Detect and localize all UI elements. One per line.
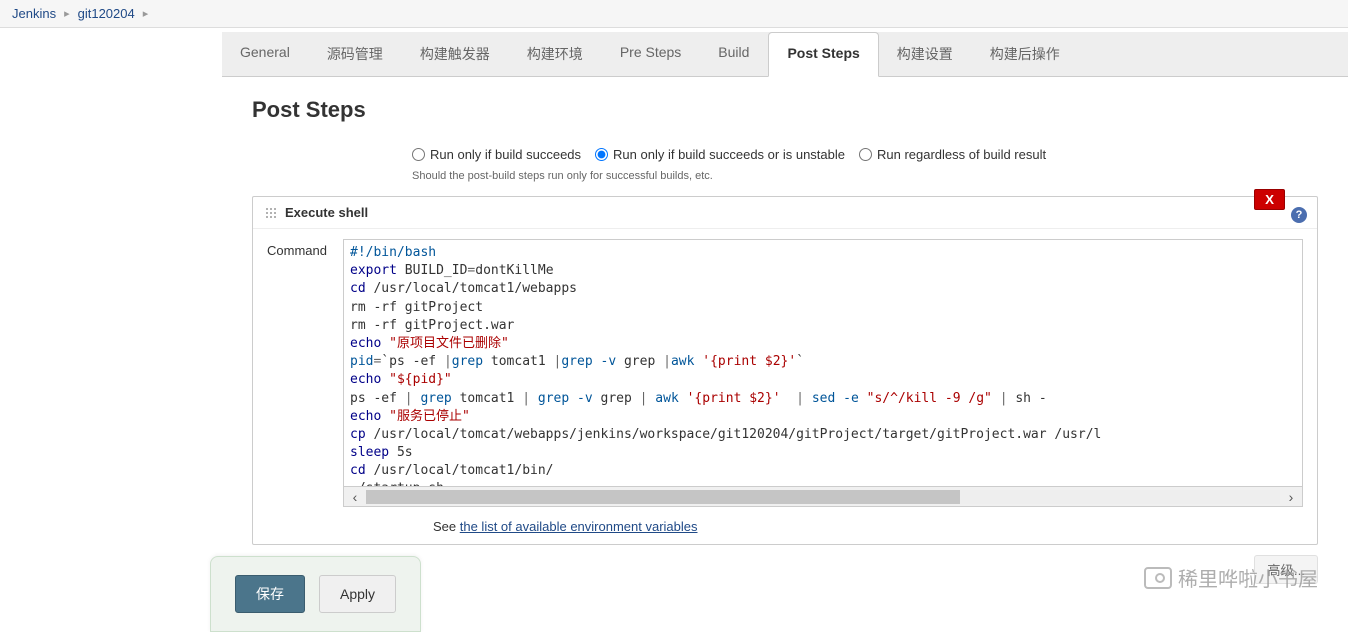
run-condition-hint: Should the post-build steps run only for… (412, 170, 1318, 182)
tab-triggers[interactable]: 构建触发器 (402, 32, 509, 76)
step-header: Execute shell (253, 197, 1317, 229)
step-body: Command #!/bin/bash export BUILD_ID=dont… (253, 229, 1317, 544)
save-button[interactable]: 保存 (235, 575, 305, 613)
breadcrumb: Jenkins ▸ git120204 ▸ (0, 0, 1348, 28)
radio-success-unstable[interactable] (595, 148, 608, 161)
main-panel: Post Steps Run only if build succeeds Ru… (222, 77, 1348, 604)
radio-regardless-label: Run regardless of build result (877, 147, 1046, 162)
watermark: 稀里哗啦小书屋 (1144, 563, 1318, 592)
radio-success-only[interactable] (412, 148, 425, 161)
scroll-right-icon[interactable]: › (1280, 489, 1302, 505)
tab-env[interactable]: 构建环境 (509, 32, 602, 76)
tab-post-build[interactable]: 构建后操作 (972, 32, 1079, 76)
execute-shell-block: X ? Execute shell Command #!/bin/bash ex… (252, 196, 1318, 545)
scroll-track[interactable] (366, 490, 1280, 504)
breadcrumb-separator: ▸ (143, 7, 149, 20)
help-icon[interactable]: ? (1291, 207, 1307, 223)
scroll-thumb[interactable] (366, 490, 960, 504)
radio-success-unstable-label: Run only if build succeeds or is unstabl… (613, 147, 845, 162)
radio-regardless[interactable] (859, 148, 872, 161)
tab-build-settings[interactable]: 构建设置 (879, 32, 972, 76)
watermark-text: 稀里哗啦小书屋 (1178, 563, 1318, 592)
radio-success-only-label: Run only if build succeeds (430, 147, 581, 162)
env-vars-link[interactable]: the list of available environment variab… (460, 519, 698, 534)
env-vars-hint: See the list of available environment va… (433, 519, 1303, 534)
delete-step-button[interactable]: X (1254, 189, 1285, 210)
footer-bar: 保存 Apply (210, 556, 421, 632)
run-condition-radios: Run only if build succeeds Run only if b… (412, 147, 1318, 162)
scroll-left-icon[interactable]: ‹ (344, 489, 366, 505)
tab-scm[interactable]: 源码管理 (309, 32, 402, 76)
drag-handle-icon[interactable] (265, 207, 277, 219)
command-textarea[interactable]: #!/bin/bash export BUILD_ID=dontKillMe c… (343, 239, 1303, 487)
breadcrumb-separator: ▸ (64, 7, 70, 20)
wechat-icon (1144, 567, 1172, 589)
main-content: General 源码管理 构建触发器 构建环境 Pre Steps Build … (0, 32, 1348, 604)
command-label: Command (267, 239, 327, 534)
breadcrumb-item-job[interactable]: git120204 (78, 6, 135, 21)
tab-general[interactable]: General (222, 32, 309, 76)
tab-pre-steps[interactable]: Pre Steps (602, 32, 700, 76)
breadcrumb-item-jenkins[interactable]: Jenkins (12, 6, 56, 21)
tab-build[interactable]: Build (700, 32, 768, 76)
code-scrollbar: ‹ › (343, 487, 1303, 507)
section-title: Post Steps (252, 97, 1318, 123)
step-title: Execute shell (285, 205, 368, 220)
apply-button[interactable]: Apply (319, 575, 396, 613)
config-tabs: General 源码管理 构建触发器 构建环境 Pre Steps Build … (222, 32, 1348, 77)
tab-post-steps[interactable]: Post Steps (768, 32, 878, 77)
